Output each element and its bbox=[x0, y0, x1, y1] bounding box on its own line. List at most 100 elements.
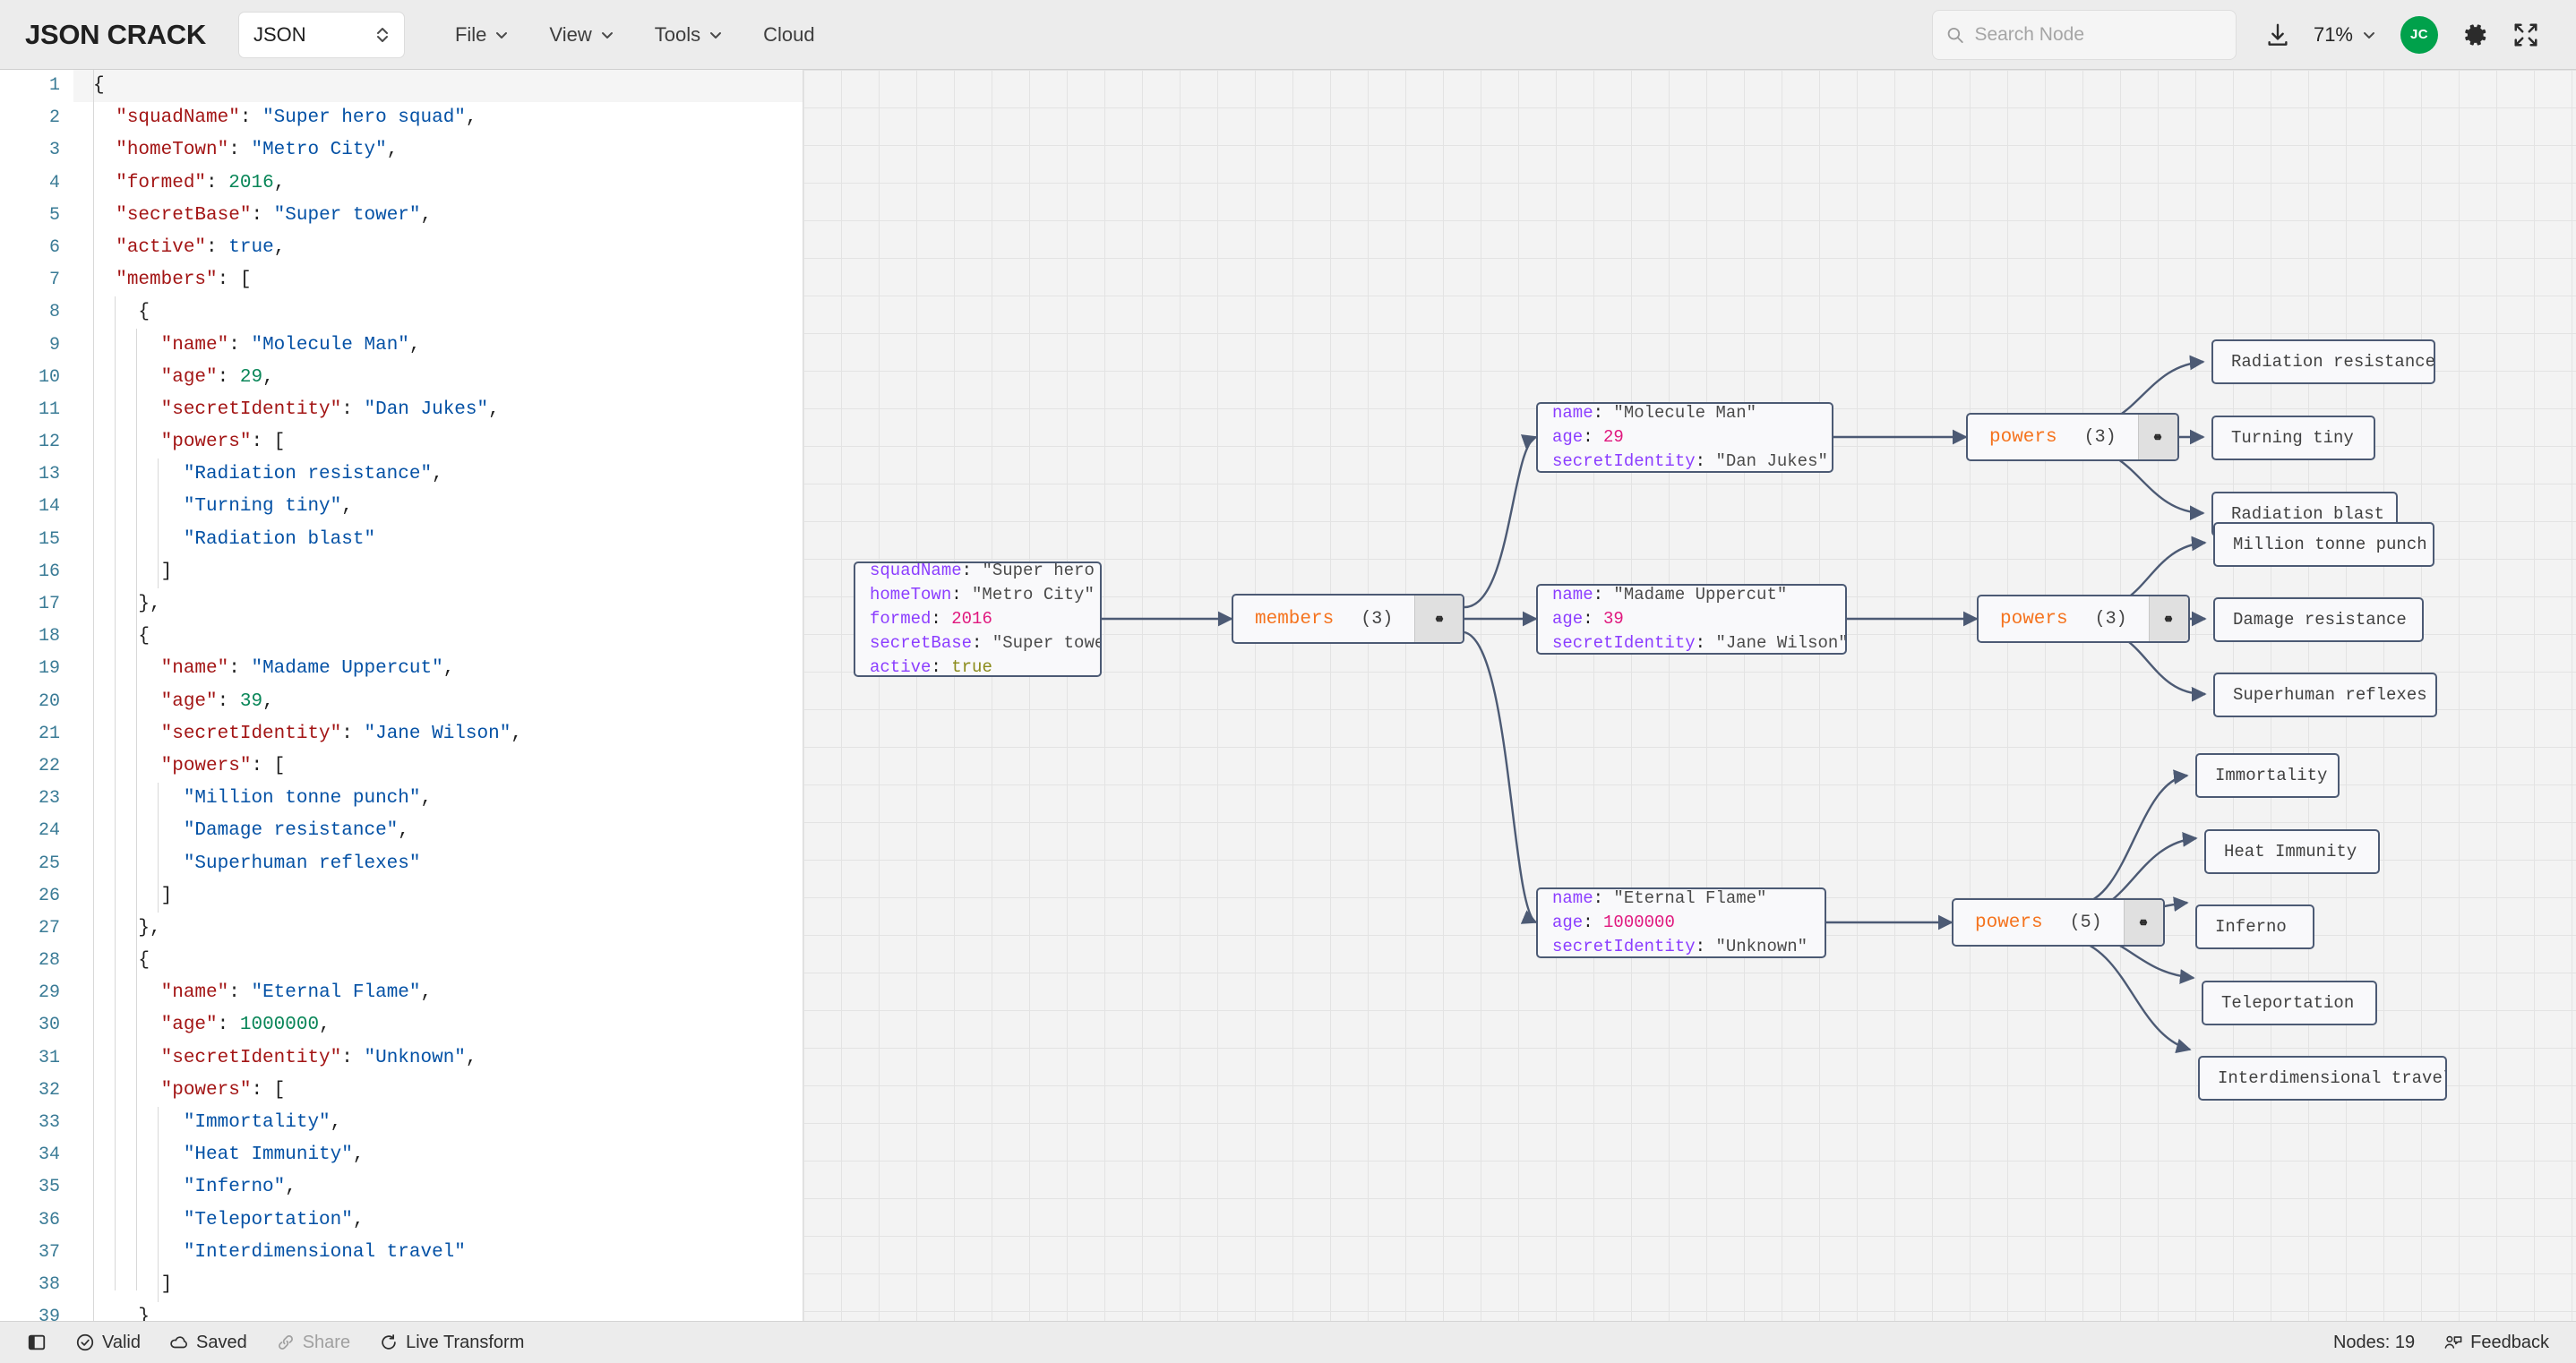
code-line[interactable]: "Teleportation", bbox=[73, 1204, 803, 1237]
graph-node-member[interactable]: name: "Molecule Man" age: 29 secretIdent… bbox=[1536, 402, 1833, 473]
graph-node-powers[interactable]: powers (5) bbox=[1952, 898, 2165, 947]
avatar[interactable]: JC bbox=[2400, 15, 2438, 54]
code-line[interactable]: "powers": [ bbox=[73, 426, 803, 459]
graph-leaf-node[interactable]: Turning tiny bbox=[2211, 416, 2375, 460]
code-line[interactable]: { bbox=[73, 945, 803, 977]
code-line[interactable]: "Interdimensional travel" bbox=[73, 1237, 803, 1269]
graph-node-link-button[interactable] bbox=[1414, 596, 1463, 642]
graph-node-key: age bbox=[1552, 609, 1584, 629]
code-line[interactable]: "Heat Immunity", bbox=[73, 1139, 803, 1171]
json-editor-pane[interactable]: 1 2 3 4 5 6 7 8 9 10 11 12 13 14 15 16 17 18 19 20 21 22 23 24 2… bbox=[0, 70, 803, 1321]
line-number: 31 bbox=[38, 1047, 60, 1068]
code-line[interactable]: "active": true, bbox=[73, 232, 803, 264]
search-node-container[interactable] bbox=[1931, 9, 2237, 60]
code-line[interactable]: "powers": [ bbox=[73, 1075, 803, 1107]
status-share[interactable]: Share bbox=[262, 1333, 365, 1353]
code-line[interactable]: "name": "Molecule Man", bbox=[73, 330, 803, 362]
status-valid[interactable]: Valid bbox=[61, 1333, 155, 1353]
code-line[interactable]: "name": "Eternal Flame", bbox=[73, 977, 803, 1009]
code-line[interactable]: "secretIdentity": "Jane Wilson", bbox=[73, 718, 803, 750]
code-line[interactable]: { bbox=[73, 70, 803, 103]
link-icon bbox=[278, 1335, 293, 1350]
code-line[interactable]: ] bbox=[73, 1269, 803, 1301]
fullscreen-button[interactable] bbox=[2501, 10, 2551, 60]
code-line[interactable]: "Million tonne punch", bbox=[73, 783, 803, 815]
indent-guide bbox=[158, 459, 159, 588]
code-line[interactable]: "members": [ bbox=[73, 264, 803, 296]
code-line[interactable]: "Radiation blast" bbox=[73, 524, 803, 556]
code-line[interactable]: "Superhuman reflexes" bbox=[73, 848, 803, 880]
graph-node-member[interactable]: name: "Madame Uppercut" age: 39 secretId… bbox=[1536, 584, 1847, 655]
graph-node-powers[interactable]: powers (3) bbox=[1966, 413, 2179, 461]
line-number: 30 bbox=[38, 1015, 60, 1036]
graph-leaf-node[interactable]: Superhuman reflexes bbox=[2213, 673, 2437, 717]
code-line[interactable]: { bbox=[73, 621, 803, 653]
code-line[interactable]: "age": 39, bbox=[73, 686, 803, 718]
code-line[interactable]: }, bbox=[73, 913, 803, 945]
code-line[interactable]: "Radiation resistance", bbox=[73, 459, 803, 491]
graph-leaf-label: Million tonne punch bbox=[2233, 535, 2427, 554]
code-line[interactable]: "Damage resistance", bbox=[73, 815, 803, 847]
menu-item-tools[interactable]: Tools bbox=[635, 14, 743, 56]
graph-node-root[interactable]: squadName: "Super hero squad" homeTown: … bbox=[854, 561, 1102, 677]
graph-node-link-button[interactable] bbox=[2148, 596, 2188, 641]
graph-node-count: (3) bbox=[1361, 608, 1394, 630]
graph-leaf-node[interactable]: Million tonne punch bbox=[2213, 522, 2434, 567]
code-line[interactable]: { bbox=[73, 296, 803, 329]
code-line[interactable]: "name": "Madame Uppercut", bbox=[73, 653, 803, 685]
code-line[interactable]: "homeTown": "Metro City", bbox=[73, 134, 803, 167]
graph-leaf-node[interactable]: Interdimensional travel bbox=[2198, 1056, 2447, 1101]
status-bar: Valid Saved Share Live Transform Nodes: … bbox=[0, 1321, 2576, 1363]
code-line[interactable]: "squadName": "Super hero squad", bbox=[73, 102, 803, 134]
download-button[interactable] bbox=[2253, 10, 2303, 60]
status-saved[interactable]: Saved bbox=[155, 1333, 262, 1353]
toolbar-right-group: 71% JC bbox=[1931, 9, 2551, 60]
code-line[interactable]: "Turning tiny", bbox=[73, 491, 803, 523]
graph-node-link-button[interactable] bbox=[2137, 415, 2177, 459]
cloud-icon bbox=[170, 1336, 187, 1349]
code-line[interactable]: ] bbox=[73, 556, 803, 588]
graph-leaf-node[interactable]: Heat Immunity bbox=[2204, 829, 2380, 874]
graph-leaf-node[interactable]: Teleportation bbox=[2202, 981, 2377, 1025]
graph-leaf-node[interactable]: Immortality bbox=[2195, 753, 2340, 798]
search-input[interactable] bbox=[1974, 23, 2223, 46]
menu-item-cloud[interactable]: Cloud bbox=[743, 14, 834, 56]
code-line[interactable]: "Immortality", bbox=[73, 1107, 803, 1139]
graph-node-value: "Dan Jukes" bbox=[1715, 451, 1828, 471]
graph-leaf-node[interactable]: Radiation resistance bbox=[2211, 339, 2435, 384]
menu-item-view[interactable]: View bbox=[529, 14, 634, 56]
status-live-transform-label: Live Transform bbox=[406, 1332, 525, 1352]
graph-leaf-label: Interdimensional travel bbox=[2218, 1068, 2447, 1088]
code-line[interactable]: } bbox=[73, 1301, 803, 1321]
graph-node-row: secretIdentity: "Jane Wilson" bbox=[1552, 633, 1847, 653]
code-line[interactable]: "Inferno", bbox=[73, 1171, 803, 1204]
graph-node-key: members bbox=[1255, 608, 1335, 630]
graph-canvas[interactable]: squadName: "Super hero squad" homeTown: … bbox=[803, 70, 2576, 1321]
graph-leaf-node[interactable]: Damage resistance bbox=[2213, 597, 2424, 642]
code-line[interactable]: "powers": [ bbox=[73, 750, 803, 783]
code-line[interactable]: "secretBase": "Super tower", bbox=[73, 200, 803, 232]
graph-node-member[interactable]: name: "Eternal Flame" age: 1000000 secre… bbox=[1536, 887, 1826, 958]
code-line[interactable]: "secretIdentity": "Dan Jukes", bbox=[73, 394, 803, 426]
sidebar-toggle-button[interactable] bbox=[20, 1333, 61, 1352]
code-line[interactable]: "formed": 2016, bbox=[73, 167, 803, 200]
menu-item-file[interactable]: File bbox=[435, 14, 529, 56]
feedback-button[interactable]: Feedback bbox=[2429, 1333, 2556, 1353]
graph-leaf-node[interactable]: Inferno bbox=[2195, 904, 2314, 949]
line-number: 32 bbox=[38, 1079, 60, 1101]
app-logo: JSON CRACK bbox=[25, 18, 206, 50]
code-area[interactable]: { "squadName": "Super hero squad", "home… bbox=[73, 70, 803, 1321]
graph-node-row: age: 39 bbox=[1552, 609, 1624, 629]
zoom-level-dropdown[interactable]: 71% bbox=[2303, 16, 2388, 54]
code-line[interactable]: ] bbox=[73, 880, 803, 913]
graph-node-powers[interactable]: powers (3) bbox=[1977, 595, 2190, 643]
settings-button[interactable] bbox=[2451, 10, 2501, 60]
code-line[interactable]: "age": 29, bbox=[73, 362, 803, 394]
code-line[interactable]: "secretIdentity": "Unknown", bbox=[73, 1042, 803, 1075]
status-live-transform[interactable]: Live Transform bbox=[365, 1333, 538, 1353]
code-line[interactable]: }, bbox=[73, 588, 803, 621]
code-line[interactable]: "age": 1000000, bbox=[73, 1009, 803, 1042]
graph-node-link-button[interactable] bbox=[2123, 900, 2163, 945]
graph-node-members[interactable]: members (3) bbox=[1232, 594, 1464, 644]
format-select[interactable]: JSON bbox=[237, 11, 405, 58]
